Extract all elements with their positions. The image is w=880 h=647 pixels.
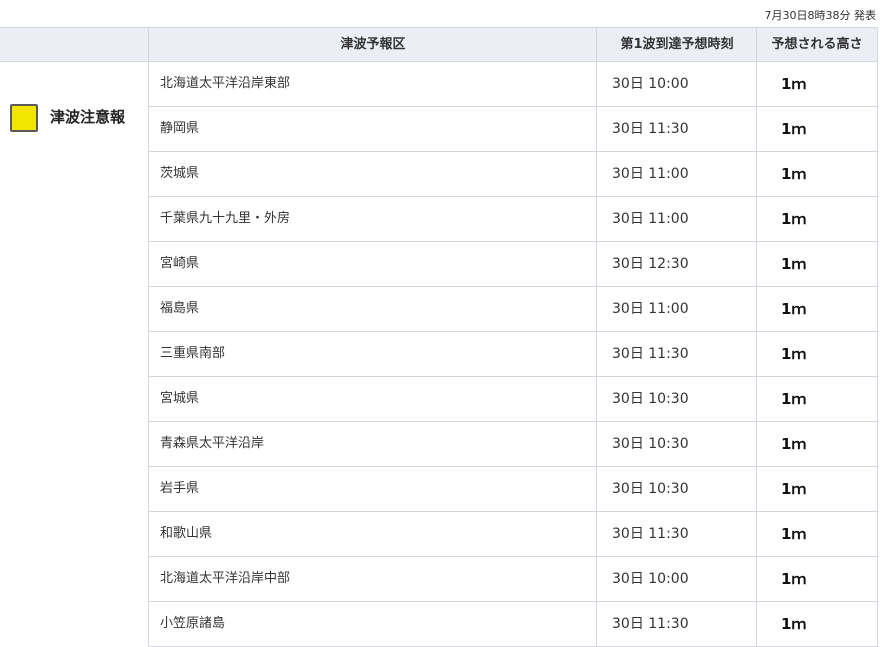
table-row: 三重県南部 30日 11:30 1ｍ bbox=[148, 332, 878, 377]
forecast-area-cell: 千葉県九十九里・外房 bbox=[148, 197, 597, 241]
header-arrival-time: 第1波到達予想時刻 bbox=[596, 28, 757, 61]
expected-height-cell: 1ｍ bbox=[756, 602, 878, 646]
table-row: 千葉県九十九里・外房 30日 11:00 1ｍ bbox=[148, 197, 878, 242]
table-row: 茨城県 30日 11:00 1ｍ bbox=[148, 152, 878, 197]
arrival-time-cell: 30日 10:30 bbox=[596, 377, 757, 421]
table-row: 青森県太平洋沿岸 30日 10:30 1ｍ bbox=[148, 422, 878, 467]
expected-height-cell: 1ｍ bbox=[756, 512, 878, 556]
forecast-area-cell: 福島県 bbox=[148, 287, 597, 331]
expected-height-cell: 1ｍ bbox=[756, 332, 878, 376]
arrival-time-cell: 30日 12:30 bbox=[596, 242, 757, 286]
warning-level-label: 津波注意報 bbox=[50, 108, 126, 126]
arrival-time-cell: 30日 11:30 bbox=[596, 512, 757, 556]
advisory-level-icon bbox=[10, 104, 38, 132]
table-row: 和歌山県 30日 11:30 1ｍ bbox=[148, 512, 878, 557]
expected-height-cell: 1ｍ bbox=[756, 422, 878, 466]
forecast-area-cell: 宮崎県 bbox=[148, 242, 597, 286]
forecast-area-cell: 三重県南部 bbox=[148, 332, 597, 376]
arrival-time-cell: 30日 11:30 bbox=[596, 602, 757, 646]
table-row: 北海道太平洋沿岸東部 30日 10:00 1ｍ bbox=[148, 62, 878, 107]
issued-timestamp: 7月30日8時38分 発表 bbox=[764, 9, 877, 22]
forecast-area-cell: 岩手県 bbox=[148, 467, 597, 511]
arrival-time-cell: 30日 11:00 bbox=[596, 152, 757, 196]
header-expected-height: 予想される高さ bbox=[756, 28, 878, 61]
forecast-area-cell: 茨城県 bbox=[148, 152, 597, 196]
table-row: 小笠原諸島 30日 11:30 1ｍ bbox=[148, 602, 878, 647]
expected-height-cell: 1ｍ bbox=[756, 377, 878, 421]
expected-height-cell: 1ｍ bbox=[756, 557, 878, 601]
arrival-time-cell: 30日 10:00 bbox=[596, 557, 757, 601]
expected-height-cell: 1ｍ bbox=[756, 107, 878, 151]
tsunami-forecast-table: 津波予報区 第1波到達予想時刻 予想される高さ 津波注意報 北海道太平洋沿岸東部… bbox=[0, 27, 878, 647]
forecast-area-cell: 和歌山県 bbox=[148, 512, 597, 556]
table-row: 北海道太平洋沿岸中部 30日 10:00 1ｍ bbox=[148, 557, 878, 602]
table-row: 岩手県 30日 10:30 1ｍ bbox=[148, 467, 878, 512]
table-row: 宮城県 30日 10:30 1ｍ bbox=[148, 377, 878, 422]
arrival-time-cell: 30日 11:00 bbox=[596, 197, 757, 241]
arrival-time-cell: 30日 10:30 bbox=[596, 467, 757, 511]
arrival-time-cell: 30日 10:00 bbox=[596, 62, 757, 106]
table-row: 宮崎県 30日 12:30 1ｍ bbox=[148, 242, 878, 287]
table-body: 北海道太平洋沿岸東部 30日 10:00 1ｍ 静岡県 30日 11:30 1ｍ 茨城県 30… bbox=[148, 62, 878, 647]
forecast-area-cell: 小笠原諸島 bbox=[148, 602, 597, 646]
arrival-time-cell: 30日 11:00 bbox=[596, 287, 757, 331]
arrival-time-cell: 30日 10:30 bbox=[596, 422, 757, 466]
expected-height-cell: 1ｍ bbox=[756, 287, 878, 331]
expected-height-cell: 1ｍ bbox=[756, 467, 878, 511]
table-row: 静岡県 30日 11:30 1ｍ bbox=[148, 107, 878, 152]
header-forecast-area: 津波予報区 bbox=[148, 28, 597, 61]
forecast-area-cell: 静岡県 bbox=[148, 107, 597, 151]
expected-height-cell: 1ｍ bbox=[756, 152, 878, 196]
expected-height-cell: 1ｍ bbox=[756, 242, 878, 286]
forecast-area-cell: 北海道太平洋沿岸東部 bbox=[148, 62, 597, 106]
forecast-area-cell: 北海道太平洋沿岸中部 bbox=[148, 557, 597, 601]
expected-height-cell: 1ｍ bbox=[756, 197, 878, 241]
forecast-area-cell: 宮城県 bbox=[148, 377, 597, 421]
warning-level-column: 津波注意報 bbox=[0, 62, 148, 647]
expected-height-cell: 1ｍ bbox=[756, 62, 878, 106]
arrival-time-cell: 30日 11:30 bbox=[596, 332, 757, 376]
table-row: 福島県 30日 11:00 1ｍ bbox=[148, 287, 878, 332]
forecast-area-cell: 青森県太平洋沿岸 bbox=[148, 422, 597, 466]
arrival-time-cell: 30日 11:30 bbox=[596, 107, 757, 151]
table-header: 津波予報区 第1波到達予想時刻 予想される高さ bbox=[0, 28, 878, 62]
